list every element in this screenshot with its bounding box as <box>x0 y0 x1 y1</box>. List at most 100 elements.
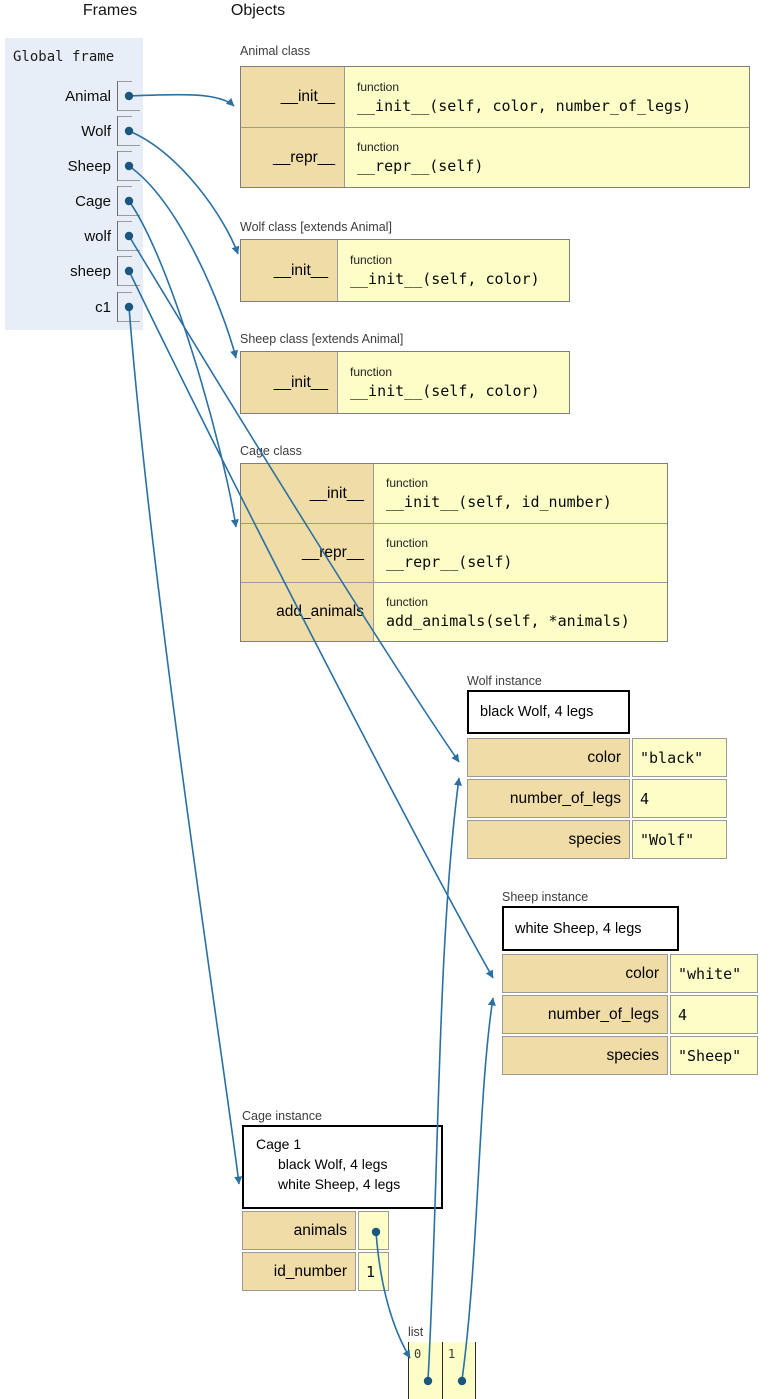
function-type-label: function <box>357 80 691 94</box>
variable-name: wolf <box>5 228 117 245</box>
variable-name: Animal <box>5 88 117 105</box>
table-row: __init__ function __init__(self, id_numb… <box>241 464 667 523</box>
list-cell: 1 <box>442 1342 476 1399</box>
attribute-name: animals <box>242 1211 356 1250</box>
attribute-name: id_number <box>242 1252 356 1291</box>
function-cell: function __init__(self, id_number) <box>374 464 612 523</box>
function-signature: __init__(self, color, number_of_legs) <box>357 97 691 115</box>
table-row: __repr__ function __repr__(self) <box>241 127 749 187</box>
sheep-instance-label: Sheep instance <box>502 890 588 904</box>
attribute-value: 4 <box>670 995 758 1034</box>
list-index: 1 <box>448 1347 455 1361</box>
wolf-instance-repr: black Wolf, 4 legs <box>467 690 630 734</box>
function-type-label: function <box>386 595 630 609</box>
function-type-label: function <box>350 365 540 379</box>
function-type-label: function <box>357 140 483 154</box>
attribute-name: species <box>467 820 630 859</box>
variable-value-slot <box>117 151 143 181</box>
frame-variable-row: Sheep <box>5 151 143 181</box>
variable-name: Wolf <box>5 123 117 140</box>
cage-class-label: Cage class <box>240 444 302 458</box>
cage-class-table: __init__ function __init__(self, id_numb… <box>240 463 668 642</box>
attribute-name: number_of_legs <box>502 995 668 1034</box>
variable-name: Sheep <box>5 158 117 175</box>
sheep-class-table: __init__ function __init__(self, color) <box>240 351 570 414</box>
frame-variable-row: Cage <box>5 186 143 216</box>
global-frame-title: Global frame <box>13 49 114 65</box>
cage-instance-table: animals id_number 1 <box>242 1211 389 1293</box>
attribute-name: species <box>502 1036 668 1075</box>
variable-value-slot <box>117 292 143 322</box>
variable-name: sheep <box>5 263 117 280</box>
arrow-list0-to-wolf-instance <box>428 778 459 1380</box>
frame-variable-row: wolf <box>5 221 143 251</box>
attribute-row: species "Wolf" <box>467 820 727 859</box>
sheep-class-label: Sheep class [extends Animal] <box>240 332 403 346</box>
function-cell: function __init__(self, color) <box>338 240 540 301</box>
table-row: __init__ function __init__(self, color) <box>241 240 569 301</box>
attribute-value: "black" <box>632 738 727 777</box>
arrow-wolf-to-wolf-class <box>129 131 238 254</box>
repr-line: Cage 1 <box>256 1134 441 1154</box>
cage-instance-repr: Cage 1 black Wolf, 4 legs white Sheep, 4… <box>242 1125 443 1209</box>
method-name: __init__ <box>241 240 338 301</box>
objects-header: Objects <box>203 2 313 20</box>
list-label: list <box>408 1325 423 1339</box>
sheep-instance-table: color "white" number_of_legs 4 species "… <box>502 954 758 1077</box>
attribute-row: animals <box>242 1211 389 1250</box>
attribute-name: color <box>467 738 630 777</box>
function-signature: __repr__(self) <box>386 553 512 571</box>
attribute-row: color "black" <box>467 738 727 777</box>
attribute-value: "white" <box>670 954 758 993</box>
wolf-instance-table: color "black" number_of_legs 4 species "… <box>467 738 727 861</box>
wolf-class-label: Wolf class [extends Animal] <box>240 220 392 234</box>
attribute-name: number_of_legs <box>467 779 630 818</box>
function-type-label: function <box>350 253 540 267</box>
frame-variable-row: Animal <box>5 81 143 111</box>
function-cell: function add_animals(self, *animals) <box>374 583 630 641</box>
wolf-class-table: __init__ function __init__(self, color) <box>240 239 570 302</box>
table-row: add_animals function add_animals(self, *… <box>241 582 667 641</box>
variable-name: c1 <box>5 299 117 316</box>
animal-class-table: __init__ function __init__(self, color, … <box>240 66 750 188</box>
frames-header: Frames <box>55 2 165 20</box>
variable-value-slot <box>117 256 143 286</box>
frame-variable-row: c1 <box>5 292 143 322</box>
attribute-row: number_of_legs 4 <box>467 779 727 818</box>
arrow-c1-to-cage-instance <box>129 307 239 1184</box>
wolf-instance-label: Wolf instance <box>467 674 542 688</box>
function-cell: function __init__(self, color) <box>338 352 540 413</box>
function-signature: __init__(self, id_number) <box>386 493 612 511</box>
python-tutor-visualization: Frames Objects Global frame Animal Wolf … <box>0 0 770 1399</box>
attribute-value pointer-cell <box>358 1211 389 1250</box>
variable-name: Cage <box>5 193 117 210</box>
attribute-row: color "white" <box>502 954 758 993</box>
variable-value-slot <box>117 221 143 251</box>
function-type-label: function <box>386 476 612 490</box>
table-row: __repr__ function __repr__(self) <box>241 523 667 582</box>
function-cell: function __init__(self, color, number_of… <box>345 67 691 127</box>
function-signature: __repr__(self) <box>357 157 483 175</box>
function-signature: __init__(self, color) <box>350 270 540 288</box>
attribute-value: "Wolf" <box>632 820 727 859</box>
frame-variable-row: sheep <box>5 256 143 286</box>
method-name: __repr__ <box>241 128 345 187</box>
attribute-value: 4 <box>632 779 727 818</box>
attribute-value: "Sheep" <box>670 1036 758 1075</box>
variable-value-slot <box>117 81 143 111</box>
sheep-instance-repr: white Sheep, 4 legs <box>502 906 679 951</box>
variable-value-slot <box>117 186 143 216</box>
arrow-sheep-to-sheep-class <box>129 166 236 358</box>
method-name: __repr__ <box>241 524 374 582</box>
list-cell: 0 <box>408 1342 442 1399</box>
method-name: add_animals <box>241 583 374 641</box>
arrow-animal-to-animal-class <box>129 95 234 106</box>
function-cell: function __repr__(self) <box>374 524 512 582</box>
list-object: 0 1 <box>408 1342 476 1399</box>
repr-line: black Wolf, 4 legs <box>256 1154 441 1174</box>
arrow-cage-to-cage-class <box>129 201 236 527</box>
global-frame: Global frame Animal Wolf Sheep Cage wolf… <box>5 38 143 330</box>
function-signature: add_animals(self, *animals) <box>386 612 630 630</box>
method-name: __init__ <box>241 352 338 413</box>
function-type-label: function <box>386 536 512 550</box>
